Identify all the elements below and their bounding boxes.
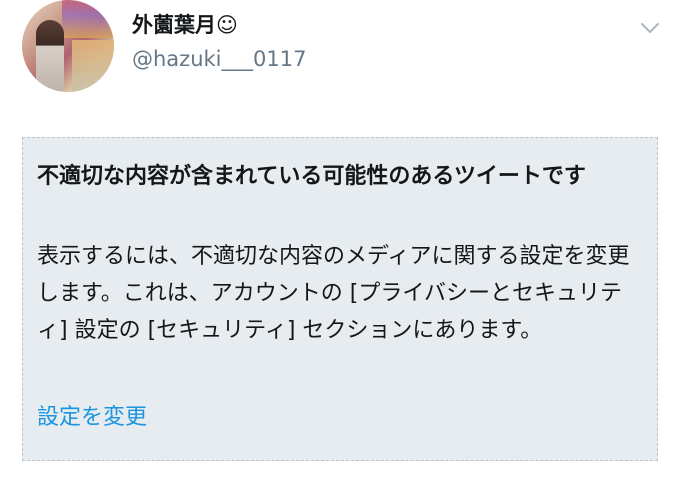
display-name[interactable]: 外薗葉月☺ — [132, 10, 238, 40]
user-handle[interactable]: @hazuki___0117 — [132, 44, 306, 74]
notice-body: 表示するには、不適切な内容のメディアに関する設定を変更します。これは、アカウント… — [37, 244, 630, 343]
chevron-down-icon[interactable] — [636, 16, 664, 40]
avatar-artwork-upper — [62, 0, 114, 38]
notice-title: 不適切な内容が含まれている可能性のあるツイートです — [37, 164, 586, 189]
sensitive-content-notice: 不適切な内容が含まれている可能性のあるツイートです 表示するには、不適切な内容の… — [22, 137, 658, 461]
avatar[interactable] — [22, 0, 114, 92]
avatar-person — [36, 20, 64, 92]
tweet-header: 外薗葉月☺ @hazuki___0117 — [0, 0, 680, 110]
change-settings-link[interactable]: 設定を変更 — [37, 402, 147, 434]
avatar-artwork-lower — [72, 40, 114, 92]
